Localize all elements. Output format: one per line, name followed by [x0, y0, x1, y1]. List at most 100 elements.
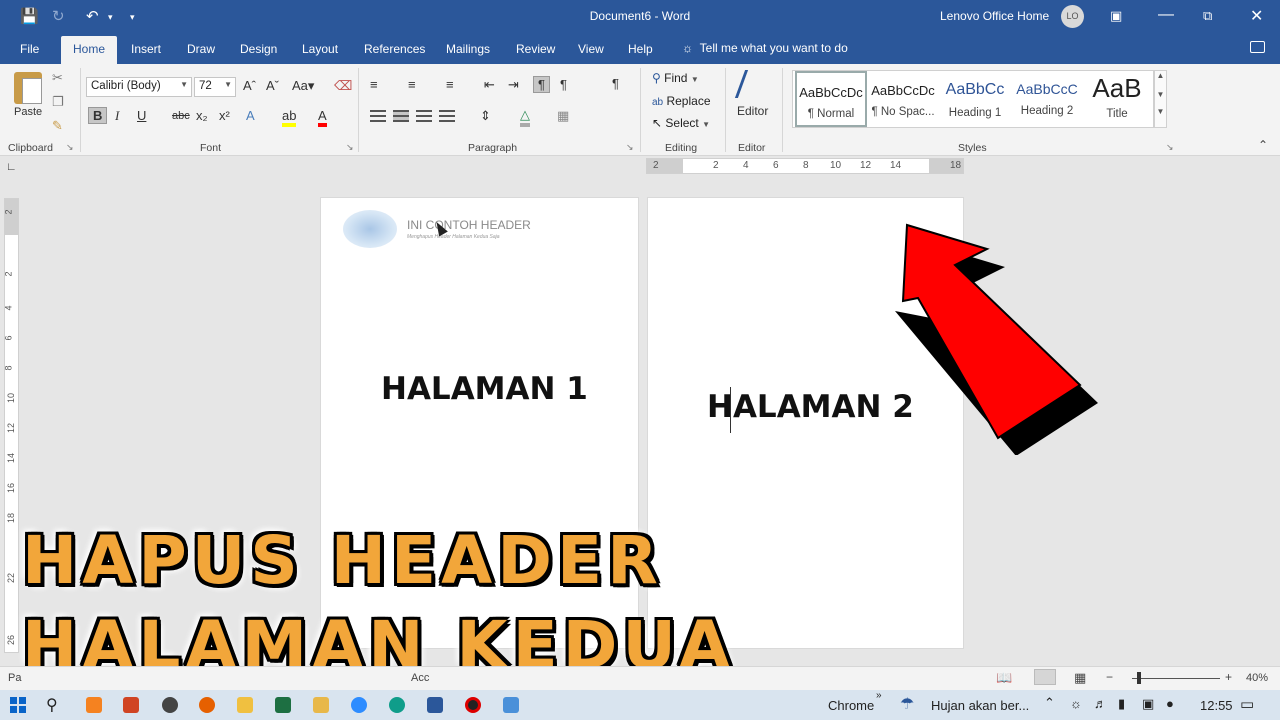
vlc-icon[interactable] — [86, 697, 102, 713]
network-icon[interactable]: ▣ — [1142, 696, 1154, 712]
style-heading-2[interactable]: AaBbCcC Heading 2 — [1011, 71, 1083, 127]
tab-draw[interactable]: Draw — [187, 42, 215, 56]
copy-icon[interactable]: ❐ — [52, 94, 64, 110]
read-mode-icon[interactable]: 📖 — [996, 670, 1012, 686]
horizontal-ruler[interactable]: 2 2 4 6 8 10 12 14 18 — [646, 158, 964, 174]
zoom-in-button[interactable]: + — [1225, 670, 1232, 684]
italic-button[interactable]: I — [115, 108, 119, 124]
minimize-icon[interactable]: — — [1158, 6, 1174, 24]
borders-icon[interactable]: ▦ — [557, 108, 569, 124]
mic-icon[interactable]: ● — [1166, 696, 1174, 711]
line-spacing-icon[interactable]: ⇕ — [480, 108, 491, 124]
decrease-indent-icon[interactable]: ⇤ — [484, 77, 495, 93]
ribbon-display-icon[interactable]: ▣ — [1110, 8, 1122, 24]
justify-icon[interactable] — [439, 110, 455, 122]
styles-scrollbar[interactable]: ▲ ▼ ▼ — [1154, 70, 1167, 128]
excel-icon[interactable] — [275, 697, 291, 713]
bullets-icon[interactable]: ≡ — [370, 77, 378, 92]
remote-desktop-icon[interactable] — [503, 697, 519, 713]
format-painter-icon[interactable]: ✎ — [52, 118, 63, 134]
increase-indent-icon[interactable]: ⇥ — [508, 77, 519, 93]
vertical-ruler[interactable]: 2 2 4 6 8 10 12 14 16 18 22 26 — [4, 198, 19, 653]
account-name[interactable]: Lenovo Office Home — [940, 9, 1049, 23]
zoom-slider-thumb[interactable] — [1137, 672, 1141, 684]
paste-icon[interactable] — [14, 72, 42, 104]
chrome-label[interactable]: Chrome — [828, 698, 874, 713]
restore-icon[interactable]: ⧉ — [1203, 8, 1212, 24]
comments-icon[interactable] — [1250, 41, 1265, 53]
zoom-app-icon[interactable] — [351, 697, 367, 713]
volume-icon[interactable]: ♬ — [1094, 696, 1107, 711]
multilevel-list-icon[interactable]: ≡ — [446, 77, 454, 92]
accessibility-status[interactable]: Acc — [411, 672, 429, 684]
firefox-icon[interactable] — [199, 697, 215, 713]
tab-mailings[interactable]: Mailings — [446, 42, 490, 56]
overflow-icon[interactable]: » — [876, 690, 882, 701]
font-launcher-icon[interactable]: ↘ — [346, 142, 354, 153]
font-color-icon[interactable]: A — [318, 108, 327, 127]
text-effects-icon[interactable]: A — [246, 108, 255, 123]
wifi-icon[interactable]: ☼ — [1070, 696, 1082, 711]
show-marks-icon[interactable]: ¶ — [612, 76, 619, 91]
replace-button[interactable]: ab Replace — [652, 94, 711, 108]
more-styles-icon[interactable]: ▼ — [1155, 107, 1166, 116]
zoom-slider[interactable] — [1132, 678, 1220, 679]
clipboard-launcher-icon[interactable]: ↘ — [66, 142, 74, 153]
change-case-icon[interactable]: Aa▾ — [292, 78, 314, 94]
shrink-font-icon[interactable]: Aˇ — [266, 78, 279, 93]
page-count[interactable]: Pa — [8, 672, 21, 684]
numbering-icon[interactable]: ≡ — [408, 77, 416, 92]
file-explorer-icon[interactable] — [237, 697, 253, 713]
align-left-icon[interactable] — [370, 110, 386, 122]
battery-icon[interactable]: ▮ — [1118, 696, 1125, 712]
underline-button[interactable]: U — [137, 108, 146, 123]
powerpoint-icon[interactable] — [123, 697, 139, 713]
cut-icon[interactable]: ✂ — [52, 70, 63, 86]
tab-review[interactable]: Review — [516, 42, 555, 56]
chevron-up-icon[interactable]: ▲ — [1155, 71, 1166, 80]
subscript-button[interactable]: x₂ — [196, 108, 208, 123]
align-center-icon[interactable] — [393, 110, 409, 122]
zoom-out-button[interactable]: − — [1106, 670, 1113, 684]
ltr-icon[interactable]: ¶ — [533, 76, 550, 93]
style-normal[interactable]: AaBbCcDc ¶ Normal — [795, 71, 867, 127]
windows-start-icon[interactable] — [10, 697, 26, 713]
highlight-icon[interactable]: ab — [282, 108, 297, 127]
media-app-icon[interactable] — [313, 697, 329, 713]
edge-icon[interactable] — [389, 697, 405, 713]
style-heading-1[interactable]: AaBbCc Heading 1 — [939, 71, 1011, 127]
tab-selector-icon[interactable]: ∟ — [6, 161, 17, 173]
paste-button[interactable]: Paste — [14, 106, 42, 118]
word-icon[interactable] — [427, 697, 443, 713]
align-right-icon[interactable] — [416, 110, 432, 122]
bold-button[interactable]: B — [88, 107, 108, 124]
chevron-down-icon[interactable]: ▼ — [1155, 90, 1166, 99]
weather-text[interactable]: Hujan akan ber... — [931, 698, 1029, 713]
avatar[interactable]: LO — [1061, 5, 1084, 28]
chevron-up-icon[interactable]: ⌃ — [1044, 695, 1055, 711]
tab-help[interactable]: Help — [628, 42, 653, 56]
zoom-level[interactable]: 40% — [1246, 672, 1268, 684]
tell-me-search[interactable]: ☼ Tell me what you want to do — [682, 41, 848, 55]
superscript-button[interactable]: x² — [219, 108, 230, 123]
editor-button[interactable]: Editor — [737, 104, 768, 118]
rtl-icon[interactable]: ¶ — [560, 77, 567, 92]
find-button[interactable]: ⚲ Find ▼ — [652, 71, 699, 85]
tab-insert[interactable]: Insert — [131, 42, 161, 56]
tab-layout[interactable]: Layout — [302, 42, 338, 56]
collapse-ribbon-icon[interactable]: ⌃ — [1258, 138, 1268, 152]
search-icon[interactable]: ⚲ — [46, 695, 58, 715]
tab-file[interactable]: File — [20, 42, 39, 56]
font-size-field[interactable]: 72 ▼ — [194, 77, 236, 97]
tab-view[interactable]: View — [578, 42, 604, 56]
tab-home[interactable]: Home — [61, 36, 118, 64]
tab-design[interactable]: Design — [240, 42, 277, 56]
grow-font-icon[interactable]: Aˆ — [243, 78, 256, 93]
styles-launcher-icon[interactable]: ↘ — [1166, 142, 1174, 153]
strikethrough-button[interactable]: abc — [172, 110, 190, 122]
paragraph-launcher-icon[interactable]: ↘ — [626, 142, 634, 153]
tab-references[interactable]: References — [364, 42, 425, 56]
font-name-field[interactable]: Calibri (Body) ▼ — [86, 77, 192, 97]
clear-formatting-icon[interactable]: ⌫ — [334, 78, 352, 94]
clock[interactable]: 12:55 — [1200, 698, 1233, 713]
